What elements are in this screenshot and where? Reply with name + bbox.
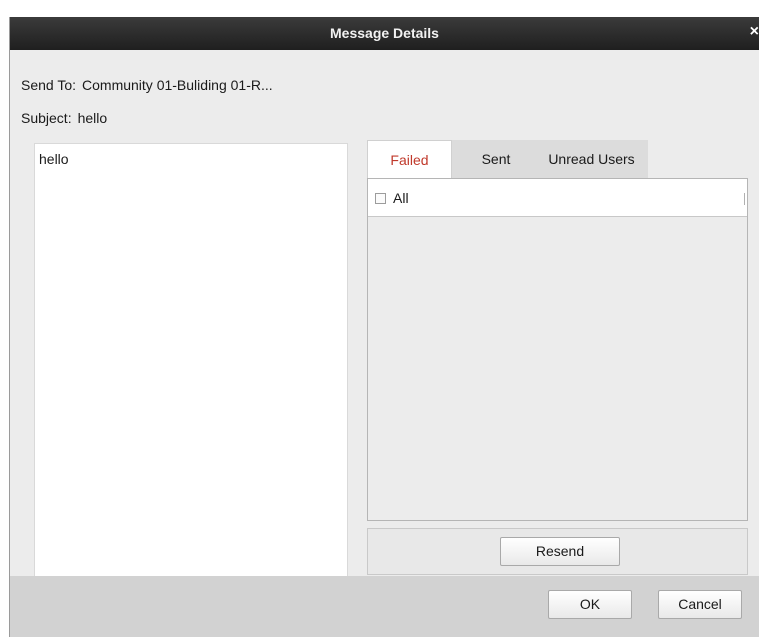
tab-failed[interactable]: Failed	[367, 140, 452, 178]
resend-area: Resend	[367, 528, 748, 575]
resend-button[interactable]: Resend	[500, 537, 620, 566]
send-to-row: Send To: Community 01-Buliding 01-R...	[21, 77, 273, 93]
scrollbar-tick	[744, 193, 745, 205]
close-icon[interactable]: ×	[745, 22, 759, 42]
message-body-box[interactable]: hello	[34, 143, 348, 619]
message-details-dialog: Message Details × Send To: Community 01-B…	[9, 17, 759, 637]
tab-unread-users[interactable]: Unread Users	[535, 140, 648, 178]
subject-value: hello	[77, 110, 108, 126]
dialog-title: Message Details	[330, 25, 439, 41]
send-to-value: Community 01-Buliding 01-R...	[82, 77, 273, 93]
status-tab-bar: Failed Sent Unread Users	[367, 140, 648, 178]
tab-sent[interactable]: Sent	[467, 140, 525, 178]
recipient-list-panel: All	[367, 178, 748, 521]
subject-label: Subject:	[21, 110, 72, 126]
ok-button[interactable]: OK	[548, 590, 632, 619]
title-bar[interactable]: Message Details ×	[10, 17, 759, 50]
select-all-label: All	[393, 190, 409, 206]
list-header-row: All	[368, 179, 747, 217]
send-to-label: Send To:	[21, 77, 77, 93]
dialog-footer: OK Cancel	[10, 576, 759, 637]
cancel-button[interactable]: Cancel	[658, 590, 742, 619]
subject-row: Subject: hello	[21, 110, 107, 126]
select-all-checkbox[interactable]	[375, 193, 386, 204]
message-body-text: hello	[39, 151, 69, 167]
